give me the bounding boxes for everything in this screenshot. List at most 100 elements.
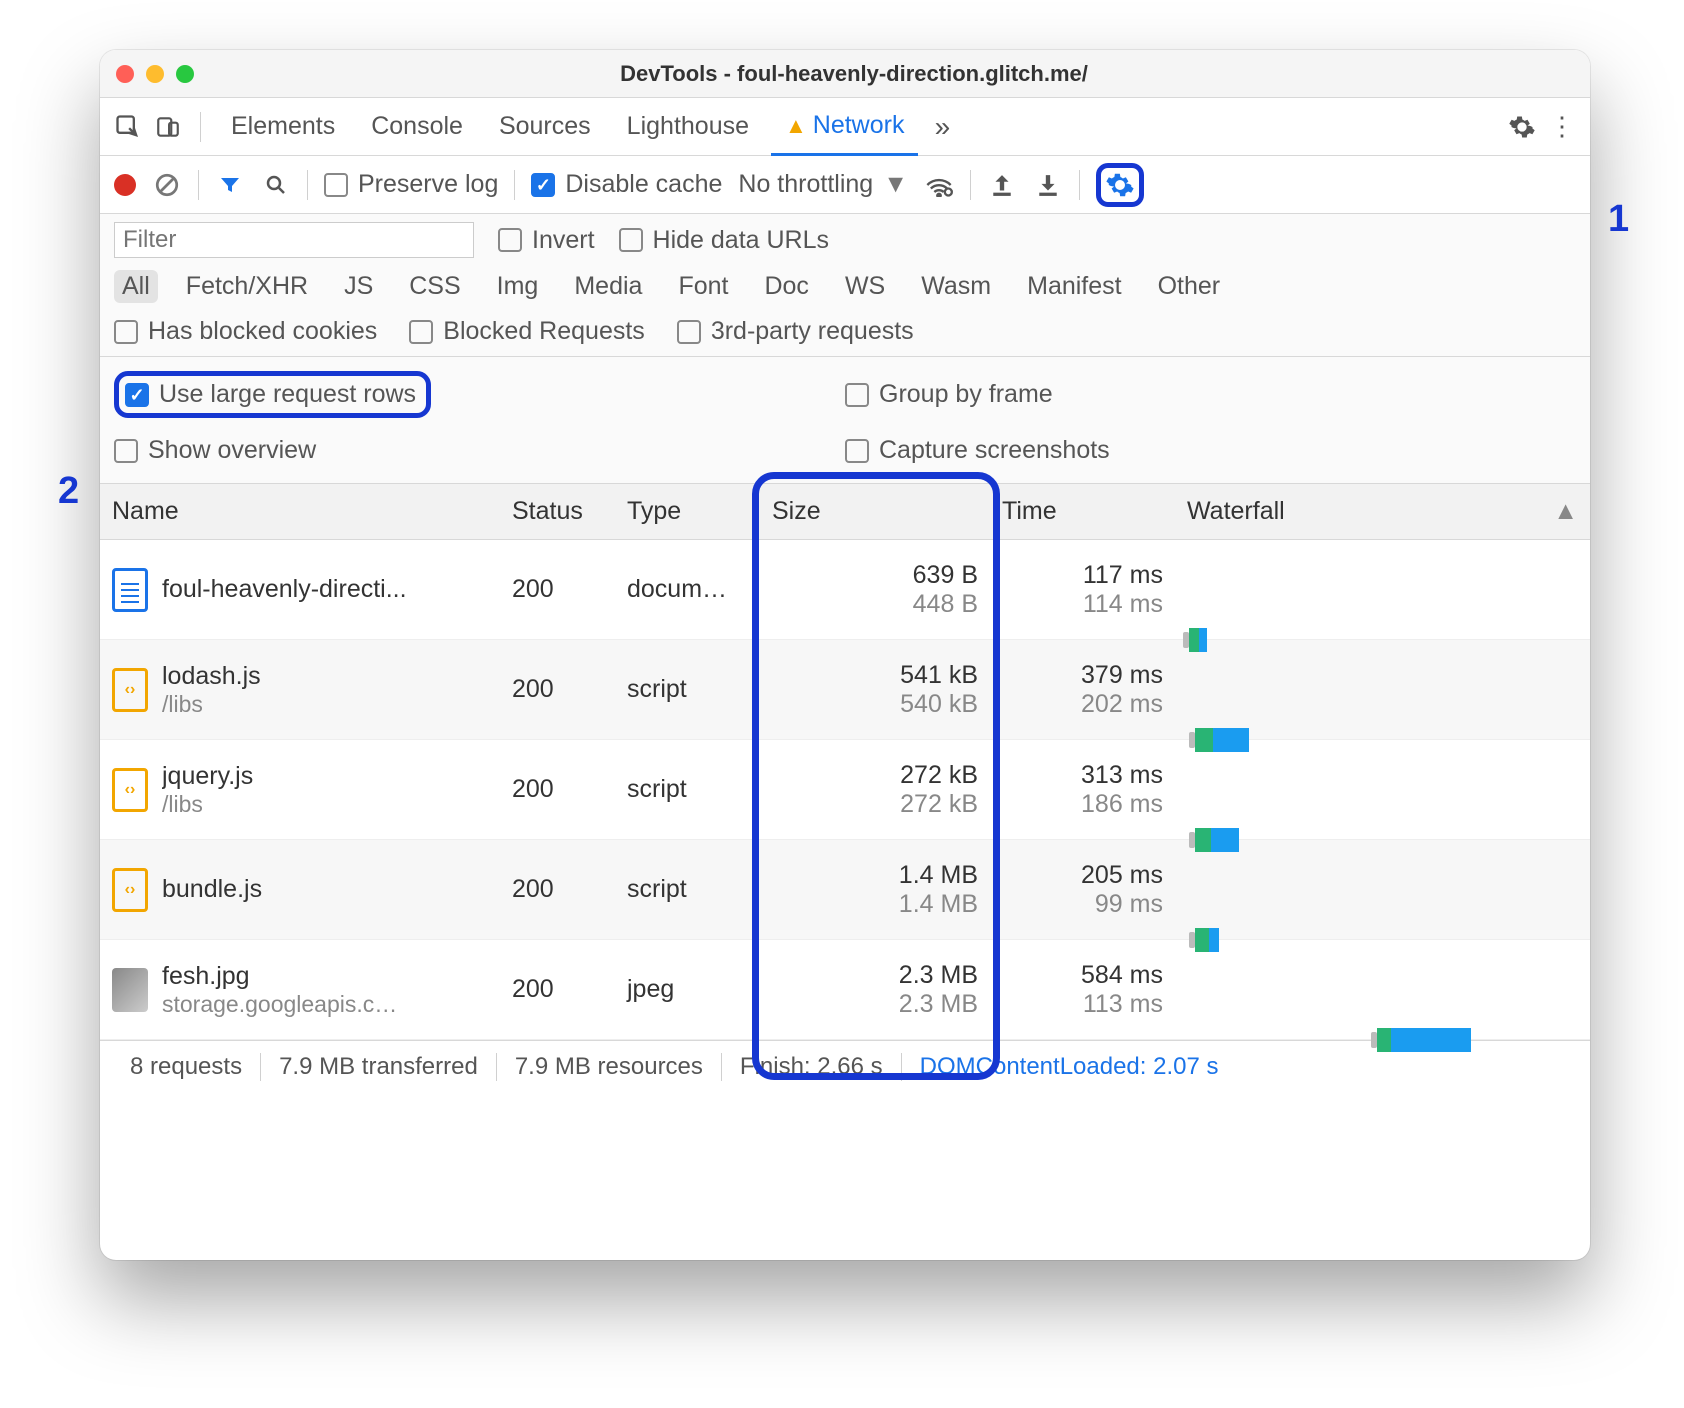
filter-type-ws[interactable]: WS: [837, 270, 893, 303]
script-file-icon: ‹›: [112, 668, 148, 712]
tab-elements[interactable]: Elements: [217, 98, 349, 156]
waterfall-bar: [1189, 628, 1207, 652]
tab-sources[interactable]: Sources: [485, 98, 605, 156]
size-resource: 540 kB: [900, 690, 978, 719]
upload-har-icon[interactable]: [987, 170, 1017, 200]
time-latency: 99 ms: [1095, 890, 1163, 919]
request-name: lodash.js: [162, 662, 261, 691]
tab-console[interactable]: Console: [357, 98, 477, 156]
table-row[interactable]: ‹›bundle.js200script1.4 MB1.4 MB205 ms99…: [100, 840, 1590, 940]
divider: [307, 170, 308, 200]
time-latency: 113 ms: [1083, 990, 1163, 1019]
status-cell: 200: [500, 675, 615, 704]
table-row[interactable]: ‹›lodash.js/libs200script541 kB540 kB379…: [100, 640, 1590, 740]
size-resource: 448 B: [913, 590, 978, 619]
time-total: 205 ms: [1081, 861, 1163, 890]
filter-type-manifest[interactable]: Manifest: [1019, 270, 1129, 303]
request-path: storage.googleapis.c…: [162, 991, 397, 1018]
filter-input[interactable]: [114, 222, 474, 258]
throttling-select[interactable]: No throttling ▼: [738, 170, 908, 199]
table-row[interactable]: foul-heavenly-directi...200docum…639 B44…: [100, 540, 1590, 640]
blocked-requests-checkbox[interactable]: Blocked Requests: [409, 317, 645, 346]
time-total: 584 ms: [1081, 961, 1163, 990]
filter-type-fetch[interactable]: Fetch/XHR: [178, 270, 316, 303]
kebab-menu-icon[interactable]: ⋮: [1546, 111, 1578, 143]
col-header-name[interactable]: Name: [100, 497, 500, 526]
filter-type-all[interactable]: All: [114, 270, 158, 303]
table-row[interactable]: ‹›jquery.js/libs200script272 kB272 kB313…: [100, 740, 1590, 840]
network-settings-strip: Use large request rows Group by frame Sh…: [100, 357, 1590, 484]
device-toggle-icon[interactable]: [152, 111, 184, 143]
disable-cache-checkbox[interactable]: Disable cache: [531, 170, 722, 199]
search-icon[interactable]: [261, 170, 291, 200]
callout-2: 2: [58, 470, 79, 513]
time-total: 117 ms: [1083, 561, 1163, 590]
divider: [970, 170, 971, 200]
more-tabs-icon[interactable]: »: [926, 111, 958, 143]
filter-type-doc[interactable]: Doc: [756, 270, 816, 303]
record-icon[interactable]: [114, 174, 136, 196]
status-bar: 8 requests 7.9 MB transferred 7.9 MB res…: [100, 1040, 1590, 1092]
filter-type-row: All Fetch/XHR JS CSS Img Media Font Doc …: [114, 270, 1576, 303]
has-blocked-cookies-checkbox[interactable]: Has blocked cookies: [114, 317, 377, 346]
size-resource: 2.3 MB: [899, 990, 978, 1019]
settings-gear-icon[interactable]: [1506, 111, 1538, 143]
download-har-icon[interactable]: [1033, 170, 1063, 200]
time-total: 313 ms: [1081, 761, 1163, 790]
filter-type-other[interactable]: Other: [1150, 270, 1229, 303]
preserve-log-checkbox[interactable]: Preserve log: [324, 170, 498, 199]
sort-indicator-icon: ▲: [1553, 497, 1578, 526]
network-settings-gear-icon[interactable]: [1105, 170, 1135, 200]
type-cell: docum…: [615, 575, 760, 604]
table-header: Name Status Type Size Time Waterfall ▲: [100, 484, 1590, 540]
filter-type-js[interactable]: JS: [336, 270, 381, 303]
close-window-icon[interactable]: [116, 65, 134, 83]
time-latency: 186 ms: [1081, 790, 1163, 819]
window-title: DevTools - foul-heavenly-direction.glitc…: [134, 61, 1574, 87]
time-latency: 114 ms: [1083, 590, 1163, 619]
type-cell: script: [615, 775, 760, 804]
network-conditions-icon[interactable]: [924, 170, 954, 200]
network-settings-highlight: [1096, 163, 1144, 207]
size-transfer: 2.3 MB: [899, 961, 978, 990]
divider: [198, 170, 199, 200]
use-large-rows-highlight: Use large request rows: [114, 371, 431, 418]
size-transfer: 541 kB: [900, 661, 978, 690]
tab-network[interactable]: ▲ Network: [771, 98, 918, 156]
type-cell: script: [615, 875, 760, 904]
request-name: fesh.jpg: [162, 962, 397, 991]
show-overview-checkbox[interactable]: Show overview: [114, 436, 316, 465]
request-name: jquery.js: [162, 762, 253, 791]
size-transfer: 1.4 MB: [899, 861, 978, 890]
col-header-type[interactable]: Type: [615, 497, 760, 526]
use-large-rows-checkbox[interactable]: Use large request rows: [125, 380, 416, 409]
devtools-window: DevTools - foul-heavenly-direction.glitc…: [100, 50, 1590, 1260]
clear-icon[interactable]: [152, 170, 182, 200]
inspect-icon[interactable]: [112, 111, 144, 143]
table-body: foul-heavenly-directi...200docum…639 B44…: [100, 540, 1590, 1040]
capture-screenshots-checkbox[interactable]: Capture screenshots: [845, 436, 1110, 465]
filter-type-css[interactable]: CSS: [401, 270, 468, 303]
waterfall-bar: [1195, 728, 1249, 752]
status-finish: Finish: 2.66 s: [722, 1053, 902, 1081]
invert-checkbox[interactable]: Invert: [498, 226, 595, 255]
status-resources: 7.9 MB resources: [497, 1053, 722, 1081]
hide-data-urls-checkbox[interactable]: Hide data URLs: [619, 226, 829, 255]
filter-type-font[interactable]: Font: [670, 270, 736, 303]
request-path: /libs: [162, 691, 261, 718]
filter-funnel-icon[interactable]: [215, 170, 245, 200]
devtools-tabs: Elements Console Sources Lighthouse ▲ Ne…: [100, 98, 1590, 156]
filter-type-media[interactable]: Media: [566, 270, 650, 303]
filter-type-img[interactable]: Img: [489, 270, 547, 303]
third-party-checkbox[interactable]: 3rd-party requests: [677, 317, 914, 346]
filter-type-wasm[interactable]: Wasm: [913, 270, 999, 303]
status-requests: 8 requests: [112, 1053, 261, 1081]
tab-lighthouse[interactable]: Lighthouse: [613, 98, 763, 156]
group-by-frame-checkbox[interactable]: Group by frame: [845, 380, 1053, 409]
window-titlebar: DevTools - foul-heavenly-direction.glitc…: [100, 50, 1590, 98]
col-header-status[interactable]: Status: [500, 497, 615, 526]
col-header-time[interactable]: Time: [990, 497, 1175, 526]
table-row[interactable]: fesh.jpgstorage.googleapis.c…200jpeg2.3 …: [100, 940, 1590, 1040]
col-header-size[interactable]: Size: [760, 497, 990, 526]
col-header-waterfall[interactable]: Waterfall ▲: [1175, 497, 1590, 526]
